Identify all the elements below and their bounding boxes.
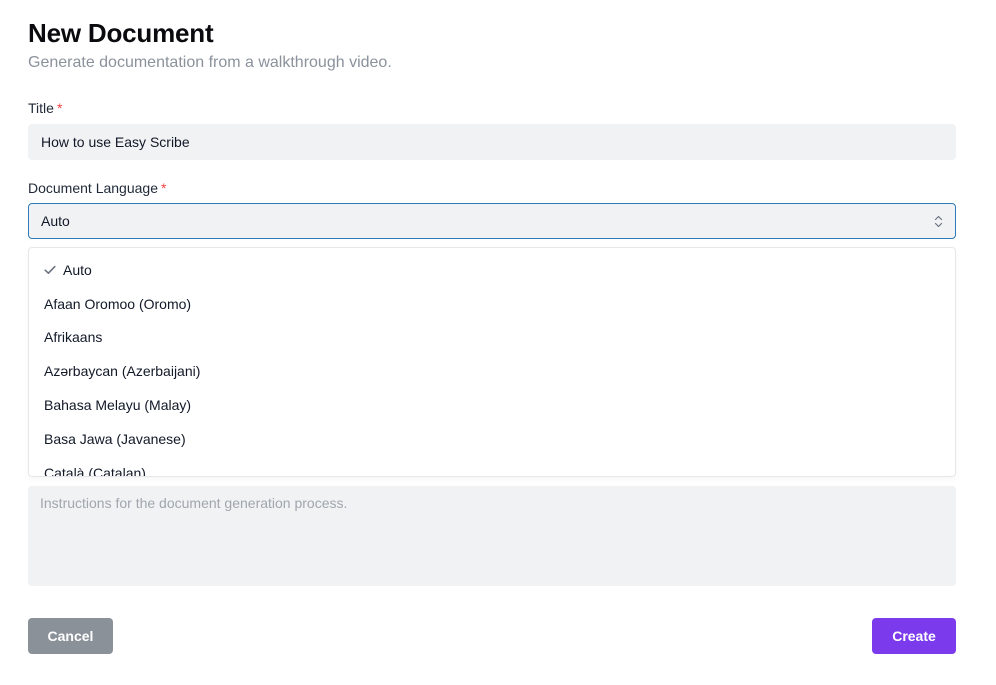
document-language-label-text: Document Language [28, 180, 158, 196]
language-option-label: Català (Catalan) [44, 464, 146, 477]
language-option[interactable]: Azərbaycan (Azerbaijani) [29, 354, 955, 388]
title-input-value: How to use Easy Scribe [41, 134, 190, 150]
language-dropdown-list[interactable]: Auto Afaan Oromoo (Oromo) Afrikaans Azər… [28, 247, 956, 477]
language-option[interactable]: Basa Jawa (Javanese) [29, 422, 955, 456]
title-label-text: Title [28, 100, 54, 116]
document-language-label: Document Language * [28, 180, 166, 196]
instructions-textarea[interactable]: Instructions for the document generation… [28, 486, 956, 586]
language-option[interactable]: Afaan Oromoo (Oromo) [29, 287, 955, 321]
page-title: New Document [28, 18, 214, 48]
language-option-label: Azərbaycan (Azerbaijani) [44, 363, 201, 380]
check-icon [44, 265, 56, 275]
required-asterisk: * [56, 100, 63, 116]
language-option[interactable]: Afrikaans [29, 321, 955, 355]
document-language-selected-value: Auto [41, 213, 70, 229]
instructions-placeholder: Instructions for the document generation… [40, 495, 348, 511]
language-option[interactable]: Auto [29, 253, 955, 287]
language-option-label: Basa Jawa (Javanese) [44, 430, 186, 447]
page-subtitle: Generate documentation from a walkthroug… [28, 54, 392, 71]
cancel-button[interactable]: Cancel [28, 618, 113, 654]
title-label: Title * [28, 100, 62, 116]
document-language-select[interactable]: Auto [28, 203, 956, 239]
language-option-label: Auto [63, 261, 92, 278]
language-option-label: Afaan Oromoo (Oromo) [44, 295, 192, 312]
title-input[interactable]: How to use Easy Scribe [28, 124, 956, 160]
required-asterisk: * [161, 180, 167, 196]
chevron-up-down-icon [933, 214, 943, 228]
language-option[interactable]: Bahasa Melayu (Malay) [29, 388, 955, 422]
create-button[interactable]: Create [872, 618, 956, 654]
language-option-label: Afrikaans [44, 329, 103, 346]
language-option[interactable]: Català (Catalan) [29, 456, 955, 477]
language-option-label: Bahasa Melayu (Malay) [44, 397, 192, 414]
